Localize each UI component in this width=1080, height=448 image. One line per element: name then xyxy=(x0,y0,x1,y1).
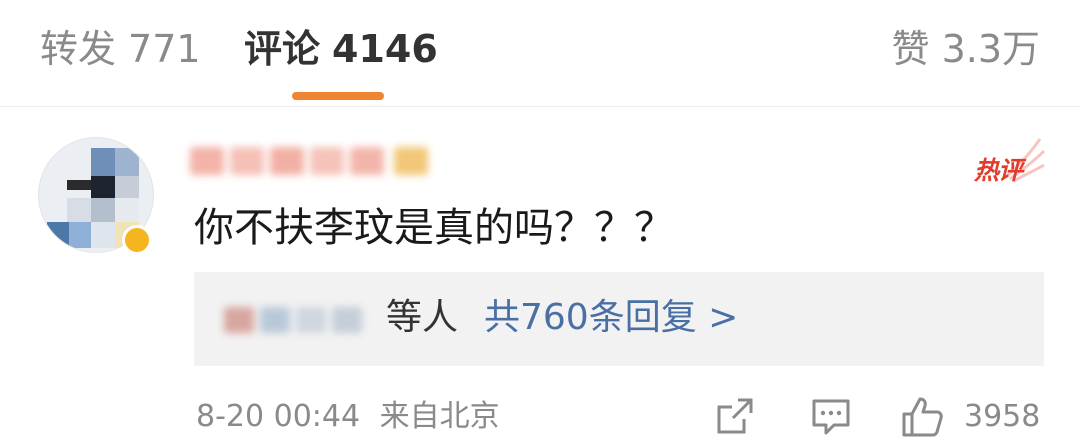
comment-meta: 8-20 00:44 来自北京 xyxy=(196,397,500,437)
tab-repost[interactable]: 转发 771 xyxy=(40,26,201,72)
tab-like[interactable]: 赞 3.3万 xyxy=(892,26,1040,72)
share-button[interactable] xyxy=(714,395,756,437)
comment-tabs: 转发 771 评论 4146 赞 3.3万 xyxy=(0,0,1080,107)
comment-location: 来自北京 xyxy=(379,399,500,434)
like-count: 3958 xyxy=(964,399,1041,434)
replies-preview[interactable]: 等人 共760条回复 > xyxy=(194,272,1044,366)
comment-timestamp: 8-20 00:44 xyxy=(196,399,361,434)
tab-repost-label: 转发 xyxy=(40,27,117,71)
tab-repost-count: 771 xyxy=(128,27,201,71)
hot-comment-label: 热评 xyxy=(974,156,1023,185)
verified-badge-icon xyxy=(122,225,152,255)
tab-comment[interactable]: 评论 4146 xyxy=(244,26,438,72)
like-button[interactable] xyxy=(900,395,944,439)
thumbs-up-icon xyxy=(902,397,943,437)
active-tab-indicator xyxy=(292,92,384,100)
reply-names-suffix: 等人 xyxy=(386,297,459,338)
reply-button[interactable] xyxy=(810,395,852,437)
comment-item: 热评 你不扶李玟是真的吗？？？ 等人 共760条回复 > 8-20 00:44 … xyxy=(0,107,1080,448)
tab-comment-count: 4146 xyxy=(332,27,438,71)
tab-like-label: 赞 xyxy=(891,27,930,71)
share-icon xyxy=(717,398,753,434)
hot-comment-badge: 热评 xyxy=(970,137,1046,185)
reply-names-redacted xyxy=(224,302,384,338)
comment-icon xyxy=(812,399,850,435)
tab-like-count: 3.3万 xyxy=(941,27,1040,71)
comment-text: 你不扶李玟是真的吗？？？ xyxy=(194,205,674,251)
view-replies-link[interactable]: 共760条回复 > xyxy=(484,294,738,342)
tab-comment-label: 评论 xyxy=(244,27,321,71)
username-redacted[interactable] xyxy=(190,143,446,179)
